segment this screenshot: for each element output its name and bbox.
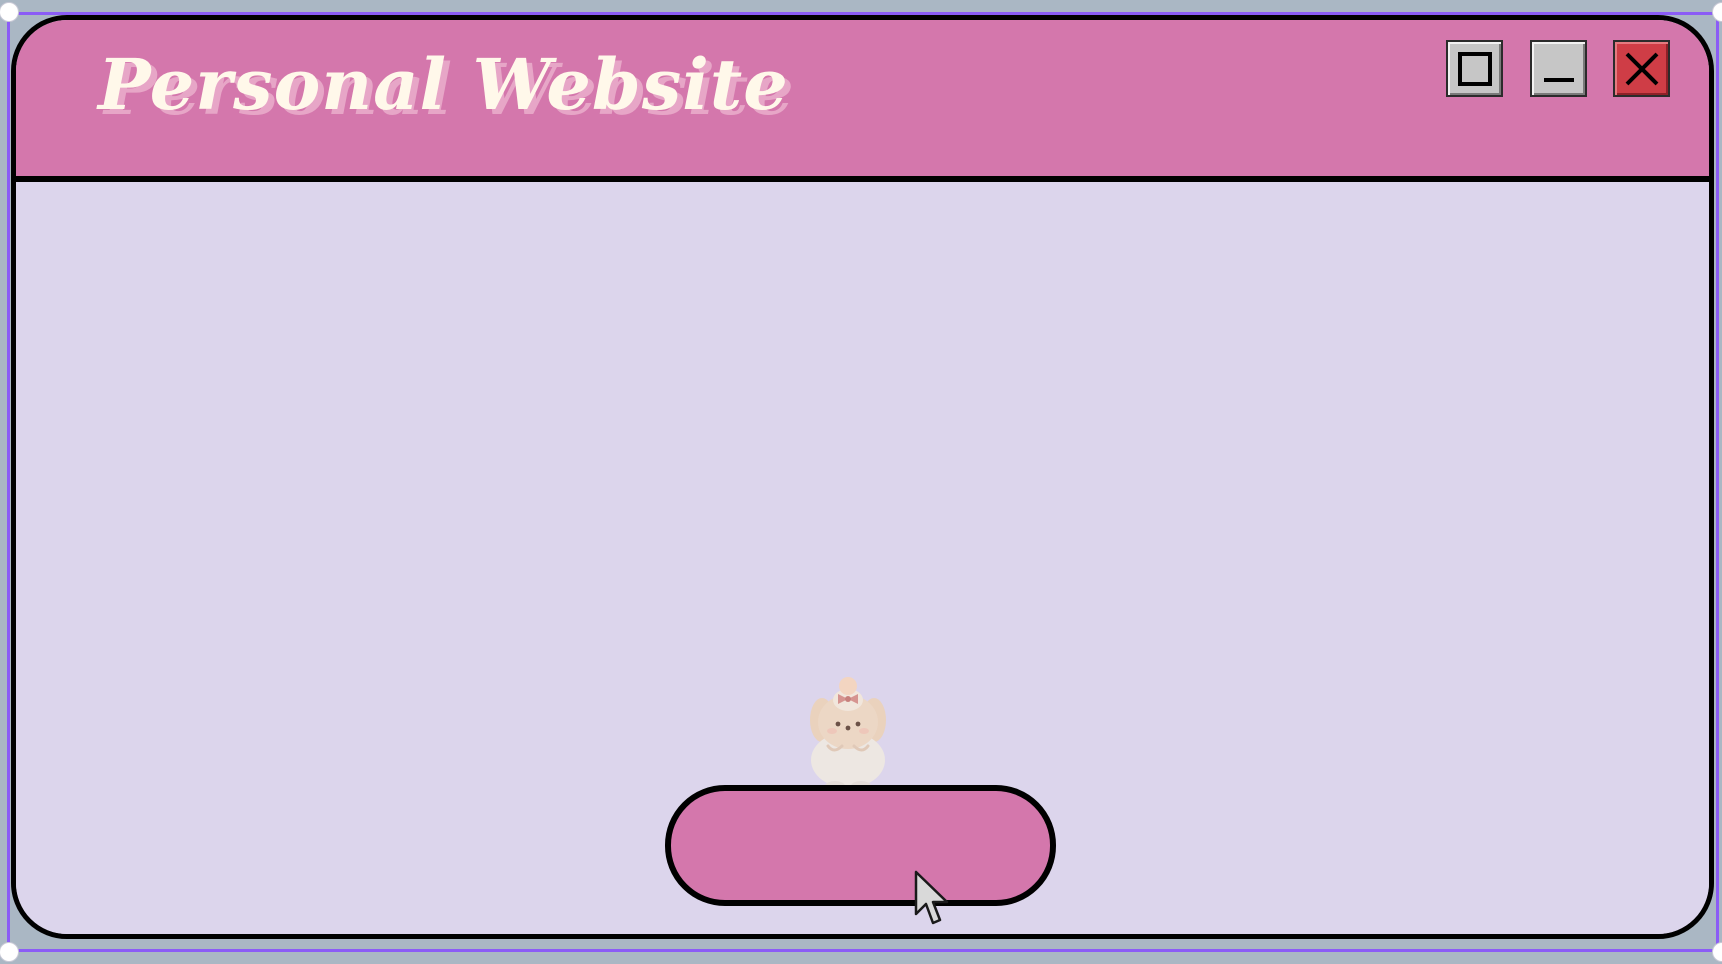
minimize-button[interactable]: [1530, 40, 1587, 97]
desktop-canvas: Personal Website: [0, 0, 1722, 964]
close-x-icon: [1625, 52, 1658, 85]
resize-handle-top-right[interactable]: [1712, 2, 1722, 22]
window-title: Personal Website: [98, 43, 789, 126]
minimize-underscore-icon: [1543, 77, 1574, 82]
puppy-with-bow-icon: [810, 677, 886, 791]
app-window: Personal Website: [11, 15, 1714, 939]
close-button[interactable]: [1613, 40, 1670, 97]
enter-button[interactable]: [665, 785, 1056, 906]
maximize-square-icon: [1457, 51, 1492, 86]
window-content: [16, 182, 1709, 934]
resize-handle-top-left[interactable]: [0, 2, 19, 22]
title-bar[interactable]: Personal Website: [16, 20, 1709, 182]
maximize-button[interactable]: [1446, 40, 1503, 97]
resize-handle-bottom-left[interactable]: [0, 942, 19, 962]
resize-handle-bottom-right[interactable]: [1712, 942, 1722, 962]
